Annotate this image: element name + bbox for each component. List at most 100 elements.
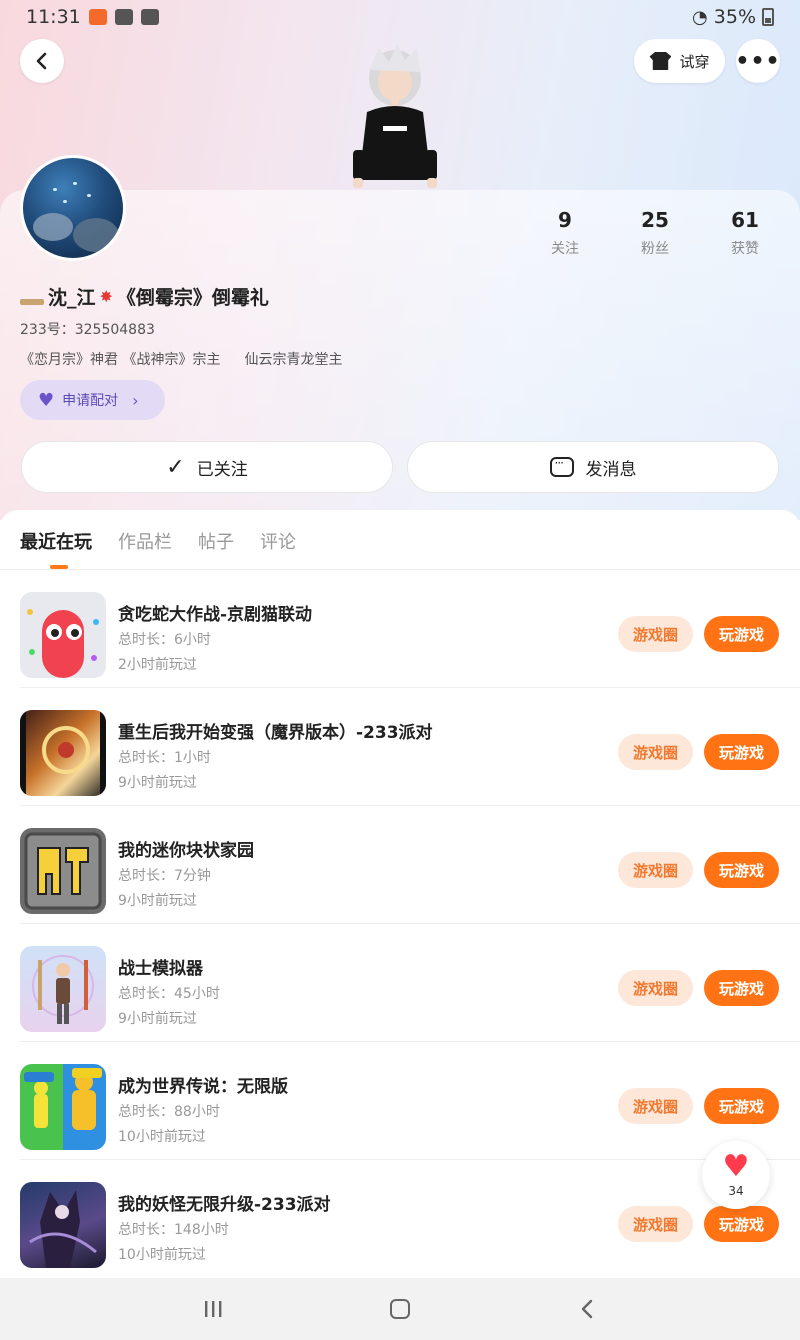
home-button[interactable]	[375, 1289, 425, 1329]
game-title: 我的妖怪无限升级-233派对	[118, 1195, 331, 1215]
game-circle-button[interactable]: 游戏圈	[618, 1088, 693, 1124]
user-title: 仙云宗青龙堂主	[244, 352, 343, 368]
heart-icon: ♥	[38, 389, 55, 411]
game-thumbnail	[20, 828, 106, 914]
game-row[interactable]: 重生后我开始变强（魔界版本）-233派对 总时长：1小时 9小时前玩过 游戏圈 …	[0, 688, 800, 806]
username-suffix: 《倒霉宗》倒霉礼	[116, 287, 269, 309]
decoration-icon	[20, 287, 44, 307]
try-on-label: 试穿	[679, 52, 710, 71]
game-thumbnail	[20, 1064, 106, 1150]
game-row[interactable]: 成为世界传说：无限版 总时长：88小时 10小时前玩过 游戏圈 玩游戏	[0, 1042, 800, 1160]
more-dots-icon: •••	[735, 48, 781, 74]
game-last-played: 9小时前玩过	[118, 893, 197, 909]
battery-icon	[762, 8, 774, 26]
game-last-played: 9小时前玩过	[118, 775, 197, 791]
game-circle-button[interactable]: 游戏圈	[618, 852, 693, 888]
chevron-right-icon: ›	[132, 390, 139, 410]
stat-label: 粉丝	[641, 241, 669, 257]
avatar-reef-shape	[73, 218, 119, 252]
username: 沈_江 ✸ 《倒霉宗》倒霉礼	[20, 283, 269, 310]
apply-pair-button[interactable]: ♥ 申请配对 ›	[20, 380, 165, 420]
system-navigation-bar	[0, 1278, 800, 1340]
game-circle-button[interactable]: 游戏圈	[618, 734, 693, 770]
game-thumbnail	[20, 592, 106, 678]
avatar-fish-dot	[73, 182, 77, 185]
chat-icon	[549, 456, 574, 477]
tab-posts[interactable]: 帖子	[198, 528, 234, 554]
game-thumbnail	[20, 946, 106, 1032]
stat-likes[interactable]: 61 获赞	[700, 208, 790, 258]
game-last-played: 2小时前玩过	[118, 657, 197, 673]
try-on-button[interactable]: 试穿	[634, 39, 725, 83]
snake-game-art	[27, 609, 99, 678]
game-thumbnail	[20, 1182, 106, 1268]
stat-value: 25	[641, 208, 669, 232]
chevron-left-icon	[36, 52, 47, 70]
game-row[interactable]: 我的迷你块状家园 总时长：7分钟 9小时前玩过 游戏圈 玩游戏	[0, 806, 800, 924]
user-titles: 《恋月宗》神君 《战神宗》宗主 仙云宗青龙堂主	[20, 349, 342, 369]
avatar-3d-figure	[353, 44, 437, 188]
user-title: 《恋月宗》神君 《战神宗》宗主	[20, 352, 221, 368]
game-row[interactable]: 战士模拟器 总时长：45小时 9小时前玩过 游戏圈 玩游戏	[0, 924, 800, 1042]
game-duration: 总时长：7分钟	[118, 868, 211, 884]
avatar-reef-shape	[33, 213, 73, 241]
game-title: 成为世界传说：无限版	[118, 1077, 288, 1097]
stat-label: 获赞	[731, 241, 759, 257]
stat-following[interactable]: 9 关注	[520, 208, 610, 258]
followed-button[interactable]: ✓ 已关注	[21, 441, 393, 493]
system-back-button[interactable]	[562, 1289, 612, 1329]
image-notification-icon	[114, 9, 133, 25]
back-chevron-icon	[581, 1299, 592, 1319]
back-button[interactable]	[20, 39, 64, 83]
game-last-played: 9小时前玩过	[118, 1011, 197, 1027]
play-game-button[interactable]: 玩游戏	[704, 1088, 779, 1124]
tab-bar: 最近在玩 作品栏 帖子 评论	[20, 528, 296, 554]
profile-stats: 9 关注 25 粉丝 61 获赞	[520, 208, 790, 258]
stat-label: 关注	[551, 241, 579, 257]
more-options-button[interactable]: •••	[735, 39, 781, 83]
game-duration: 总时长：148小时	[118, 1222, 229, 1238]
game-circle-button[interactable]: 游戏圈	[618, 1206, 693, 1242]
game-row[interactable]: 我的妖怪无限升级-233派对 总时长：148小时 10小时前玩过 游戏圈 玩游戏	[0, 1160, 800, 1278]
game-title: 贪吃蛇大作战-京剧猫联动	[118, 605, 313, 625]
floating-like-button[interactable]: ♥ 34	[702, 1141, 770, 1209]
monster-game-art	[29, 1190, 97, 1268]
game-last-played: 10小时前玩过	[118, 1129, 206, 1145]
game-duration: 总时长：1小时	[118, 750, 211, 766]
game-duration: 总时长：88小时	[118, 1104, 220, 1120]
avatar-fish-dot	[87, 194, 91, 197]
anger-icon: ✸	[99, 287, 113, 306]
status-time: 11:31	[26, 6, 81, 28]
avatar[interactable]	[20, 155, 126, 261]
battery-percent: 35%	[713, 6, 756, 28]
username-text: 沈_江	[48, 287, 96, 309]
play-game-button[interactable]: 玩游戏	[704, 852, 779, 888]
play-game-button[interactable]: 玩游戏	[704, 1206, 779, 1242]
app-notification-icon	[88, 9, 107, 25]
message-label: 发消息	[585, 459, 637, 480]
game-circle-button[interactable]: 游戏圈	[618, 616, 693, 652]
pair-label: 申请配对	[62, 393, 119, 409]
check-icon: ✓	[166, 454, 185, 480]
shirt-icon	[649, 52, 672, 70]
wifi-icon: ◔	[692, 6, 708, 28]
send-message-button[interactable]: 发消息	[407, 441, 779, 493]
recent-apps-button[interactable]	[188, 1289, 238, 1329]
warrior-game-art	[32, 955, 94, 1024]
tab-comments[interactable]: 评论	[260, 528, 296, 554]
world-legend-game-art	[24, 1068, 102, 1130]
play-game-button[interactable]: 玩游戏	[704, 616, 779, 652]
avatar-fish-dot	[53, 188, 57, 191]
play-game-button[interactable]: 玩游戏	[704, 734, 779, 770]
checkbox-notification-icon	[140, 9, 159, 25]
home-icon	[389, 1299, 410, 1319]
game-circle-button[interactable]: 游戏圈	[618, 970, 693, 1006]
game-row[interactable]: 贪吃蛇大作战-京剧猫联动 总时长：6小时 2小时前玩过 游戏圈 玩游戏	[0, 570, 800, 688]
stat-fans[interactable]: 25 粉丝	[610, 208, 700, 258]
play-game-button[interactable]: 玩游戏	[704, 970, 779, 1006]
user-id: 233号：325504883	[20, 322, 155, 338]
game-title: 重生后我开始变强（魔界版本）-233派对	[118, 723, 433, 743]
tab-recently-played[interactable]: 最近在玩	[20, 528, 92, 554]
tab-works[interactable]: 作品栏	[118, 528, 172, 554]
stat-value: 9	[558, 208, 572, 232]
